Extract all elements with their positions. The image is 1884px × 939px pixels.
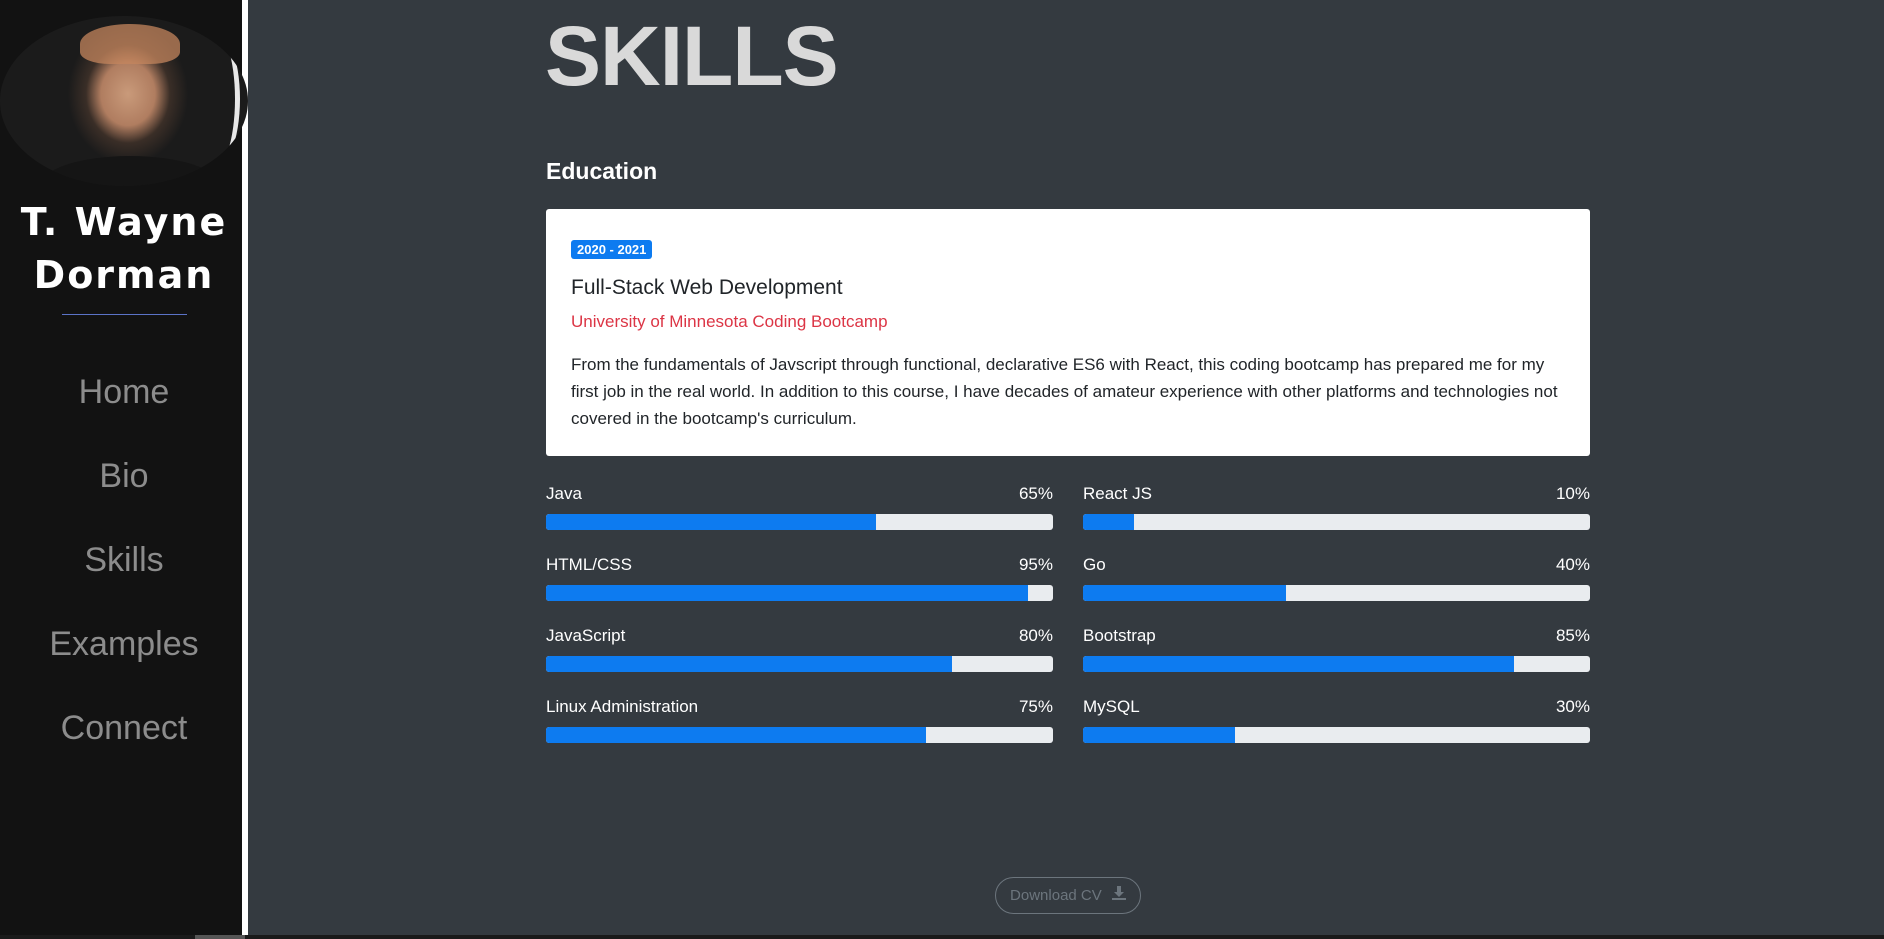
skill-progress-fill [1083, 514, 1134, 530]
download-cv-label: Download CV [1010, 887, 1102, 904]
school-name: University of Minnesota Coding Bootcamp [571, 312, 888, 331]
avatar-hair [80, 24, 180, 64]
nav-item-connect[interactable]: Connect [0, 696, 248, 780]
skill-item: Bootstrap 85% [1083, 626, 1590, 672]
skill-progress-bar [546, 727, 1053, 743]
scrollbar-thumb[interactable] [195, 935, 245, 939]
skill-name: Bootstrap [1083, 626, 1156, 645]
skill-progress-bar [1083, 656, 1590, 672]
skill-progress-bar [1083, 585, 1590, 601]
avatar-rim [180, 24, 240, 174]
skill-percent: 75% [1018, 697, 1053, 716]
skill-name: MySQL [1083, 697, 1140, 716]
page-title: SKILLS [545, 9, 839, 103]
skill-percent: 80% [1018, 626, 1053, 645]
skill-percent: 40% [1555, 555, 1590, 574]
course-title: Full-Stack Web Development [571, 276, 843, 299]
nav-item-skills[interactable]: Skills [0, 528, 248, 612]
skill-name: HTML/CSS [546, 555, 632, 574]
skill-progress-bar [546, 585, 1053, 601]
skill-item: React JS 10% [1083, 484, 1590, 530]
skill-name: Java [546, 484, 582, 503]
site-owner-name: T. Wayne Dorman [0, 196, 248, 302]
skill-progress-bar [1083, 514, 1590, 530]
date-badge: 2020 - 2021 [571, 240, 653, 259]
download-icon [1111, 878, 1126, 913]
skill-name: JavaScript [546, 626, 626, 645]
skill-progress-bar [546, 514, 1053, 530]
avatar [0, 16, 248, 186]
skill-name: Linux Administration [546, 697, 699, 716]
skill-item: MySQL 30% [1083, 697, 1590, 743]
nav-item-home[interactable]: Home [0, 360, 248, 444]
sidebar: T. Wayne Dorman Home Bio Skills Examples… [0, 0, 248, 935]
skill-progress-bar [1083, 727, 1590, 743]
skill-progress-fill [1083, 656, 1514, 672]
skill-item: HTML/CSS 95% [546, 555, 1053, 601]
skill-progress-fill [546, 727, 927, 743]
name-line-1: T. Wayne [20, 200, 228, 244]
skills-grid: Java 65% React JS 10% HTML/CSS 95% Go 40% Ja… [546, 484, 1590, 743]
skill-progress-fill [546, 585, 1028, 601]
skill-name: React JS [1083, 484, 1152, 503]
sidebar-nav: Home Bio Skills Examples Connect [0, 360, 248, 780]
section-heading-education: Education [546, 158, 658, 184]
name-line-2: Dorman [33, 253, 215, 297]
skill-percent: 85% [1555, 626, 1590, 645]
course-description: From the fundamentals of Javscript throu… [571, 355, 1558, 428]
skill-progress-bar [546, 656, 1053, 672]
skill-item: Go 40% [1083, 555, 1590, 601]
nav-item-examples[interactable]: Examples [0, 612, 248, 696]
skill-item: JavaScript 80% [546, 626, 1053, 672]
skill-progress-fill [546, 656, 952, 672]
nav-item-bio[interactable]: Bio [0, 444, 248, 528]
skill-percent: 10% [1555, 484, 1590, 503]
skill-name: Go [1083, 555, 1106, 574]
download-cv-button[interactable]: Download CV [995, 877, 1141, 914]
skill-progress-fill [1083, 727, 1236, 743]
skill-item: Java 65% [546, 484, 1053, 530]
skill-progress-fill [546, 514, 876, 530]
skill-percent: 30% [1555, 697, 1590, 716]
education-card: 2020 - 2021 Full-Stack Web Development U… [546, 209, 1590, 456]
skill-item: Linux Administration 75% [546, 697, 1053, 743]
skill-percent: 95% [1018, 555, 1053, 574]
bottom-scrollbar[interactable] [0, 935, 1884, 939]
skill-progress-fill [1083, 585, 1286, 601]
skill-percent: 65% [1018, 484, 1053, 503]
name-divider [62, 314, 187, 315]
